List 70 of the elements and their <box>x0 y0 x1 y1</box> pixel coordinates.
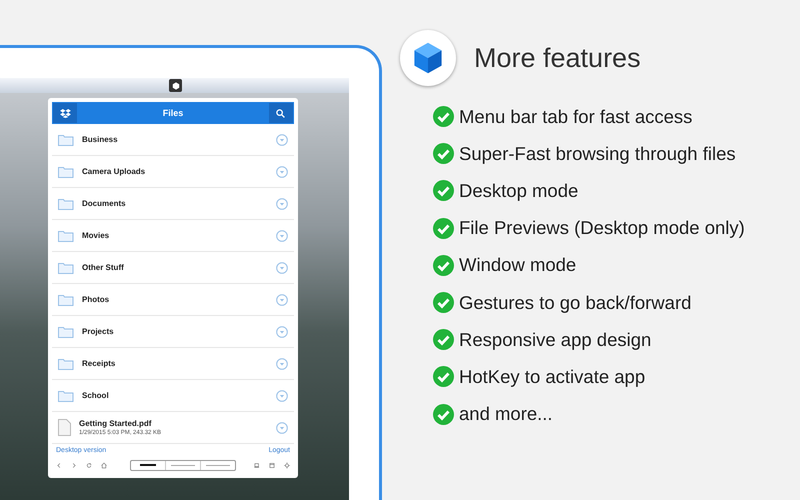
window-icon[interactable] <box>269 460 275 470</box>
folder-icon <box>58 262 74 274</box>
folder-icon <box>58 326 74 338</box>
dropdown-circle-icon <box>276 262 288 274</box>
feature-text: Gestures to go back/forward <box>459 292 692 314</box>
check-icon <box>433 254 454 276</box>
dropbox-button[interactable] <box>53 103 77 123</box>
dropdown-circle-icon <box>276 390 288 402</box>
check-icon <box>433 404 454 425</box>
dropdown-circle-icon <box>276 358 288 370</box>
refresh-icon[interactable] <box>86 460 92 470</box>
dropdown-circle-icon <box>276 166 288 178</box>
file-list-item[interactable]: School <box>52 380 294 412</box>
back-icon[interactable] <box>56 460 62 470</box>
forward-icon[interactable] <box>71 460 77 470</box>
dropdown-circle-icon <box>276 294 288 306</box>
document-icon <box>58 419 71 436</box>
item-name: Business <box>82 135 119 144</box>
check-icon <box>433 329 454 350</box>
popup-title: Files <box>162 108 184 118</box>
folder-icon <box>58 390 74 402</box>
dropdown-circle-icon <box>276 134 288 146</box>
dropdown-circle-icon <box>276 198 288 210</box>
feature-text: Menu bar tab for fast access <box>459 106 692 128</box>
item-name: Movies <box>82 231 110 240</box>
feature-text: HotKey to activate app <box>459 366 646 388</box>
check-icon <box>433 366 454 388</box>
search-icon <box>276 108 286 118</box>
dropdown-circle-icon <box>276 422 288 434</box>
item-name: School <box>82 391 110 400</box>
feature-text: Responsive app design <box>459 328 652 351</box>
item-name: Camera Uploads <box>82 167 146 176</box>
file-list-item[interactable]: Other Stuff <box>52 252 294 284</box>
folder-icon <box>58 230 74 242</box>
feature-text: File Previews (Desktop mode only) <box>459 217 745 240</box>
item-name: Projects <box>82 327 115 336</box>
file-list-item[interactable]: Business <box>52 124 294 156</box>
file-list-item[interactable]: Movies <box>52 220 294 252</box>
dropdown-circle-icon <box>276 230 288 242</box>
folder-icon <box>58 294 74 306</box>
dropdown-circle-icon <box>276 326 288 338</box>
item-name: Receipts <box>82 359 116 368</box>
check-icon <box>433 180 454 202</box>
home-icon[interactable] <box>101 460 107 470</box>
check-icon <box>433 143 454 164</box>
file-list-item[interactable]: Photos <box>52 284 294 316</box>
file-list-item[interactable]: Receipts <box>52 348 294 380</box>
folder-icon <box>58 358 74 370</box>
check-icon <box>433 218 454 239</box>
feature-text: Super-Fast browsing through files <box>459 142 736 165</box>
check-icon <box>433 106 454 128</box>
item-name: Photos <box>82 295 110 304</box>
file-list-item[interactable]: Camera Uploads <box>52 156 294 188</box>
item-name: Getting Started.pdf <box>79 419 152 428</box>
heading: More features <box>474 42 641 74</box>
folder-icon <box>58 166 74 178</box>
feature-text: Desktop mode <box>459 180 578 202</box>
folder-icon <box>58 198 74 210</box>
feature-text: and more... <box>459 403 553 426</box>
item-name: Documents <box>82 199 127 208</box>
file-list-item[interactable]: Documents <box>52 188 294 220</box>
search-button[interactable] <box>268 103 293 123</box>
item-name: Other Stuff <box>82 263 125 272</box>
folder-icon <box>58 134 74 146</box>
check-icon <box>433 292 454 314</box>
laptop-icon[interactable] <box>254 460 260 470</box>
feature-text: Window mode <box>459 254 576 276</box>
file-list-item[interactable]: Projects <box>52 316 294 348</box>
dropbox-logo-icon <box>60 108 70 118</box>
menu-bar-app-icon[interactable] <box>169 79 182 92</box>
